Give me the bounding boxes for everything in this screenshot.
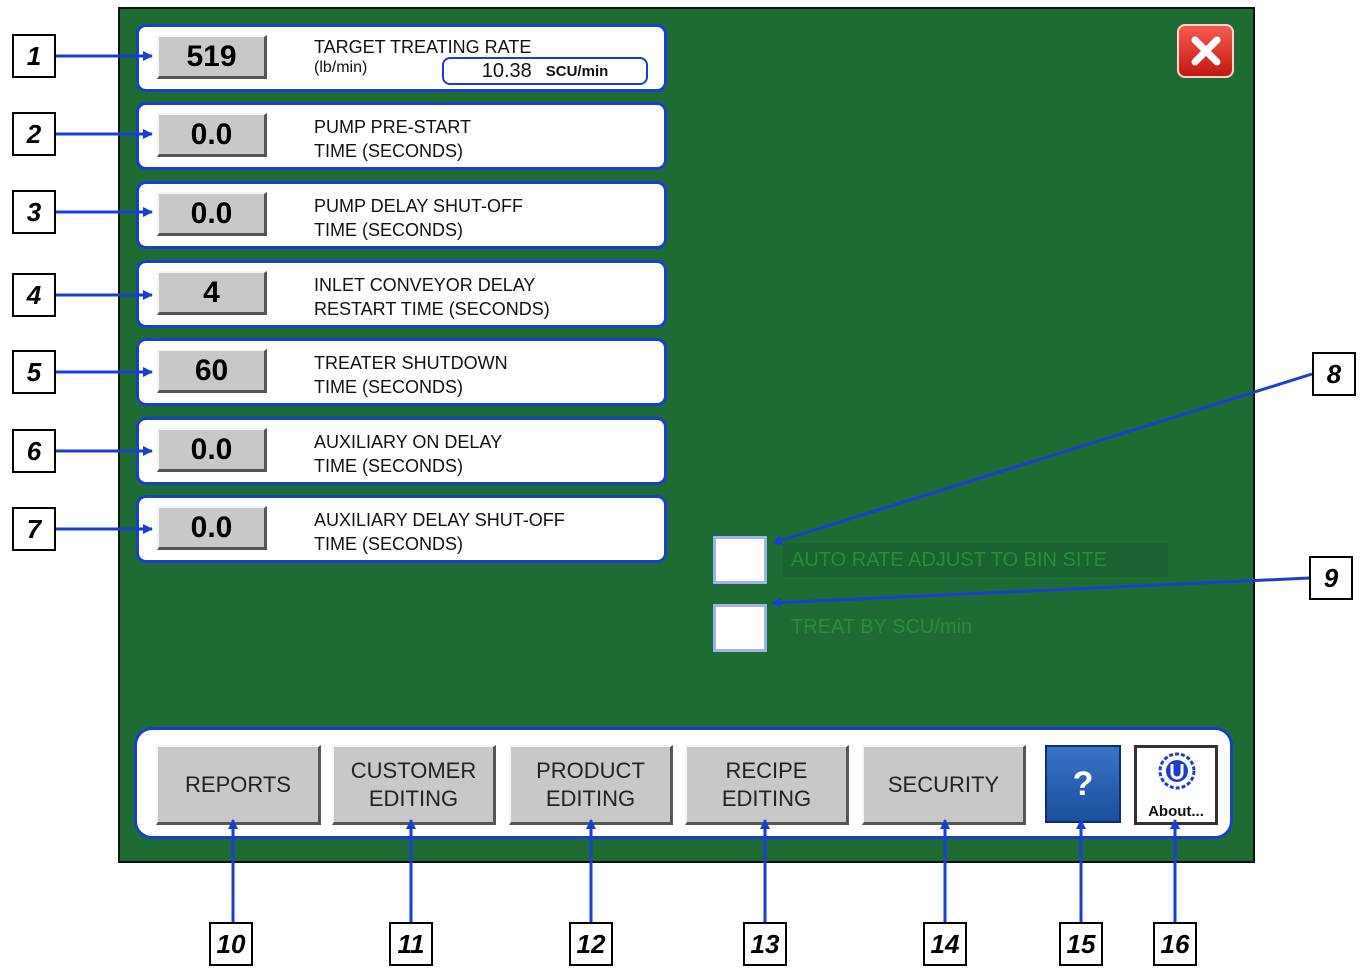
callout-2: 2 xyxy=(12,112,56,156)
callout-6: 6 xyxy=(12,429,56,473)
callout-12: 12 xyxy=(569,922,613,966)
arrow-8 xyxy=(772,372,1313,546)
callout-16: 16 xyxy=(1153,922,1197,966)
callout-14: 14 xyxy=(923,922,967,966)
callout-13: 13 xyxy=(743,922,787,966)
callout-5: 5 xyxy=(12,350,56,394)
callout-1: 1 xyxy=(12,34,56,78)
callout-3: 3 xyxy=(12,190,56,234)
callout-7: 7 xyxy=(12,507,56,551)
callout-arrows xyxy=(55,51,1313,922)
callout-10: 10 xyxy=(209,922,253,966)
callout-4: 4 xyxy=(12,273,56,317)
arrow-9 xyxy=(771,576,1310,608)
callout-15: 15 xyxy=(1059,922,1103,966)
callout-8: 8 xyxy=(1312,352,1356,396)
callout-11: 11 xyxy=(389,922,433,966)
callout-9: 9 xyxy=(1309,556,1353,600)
